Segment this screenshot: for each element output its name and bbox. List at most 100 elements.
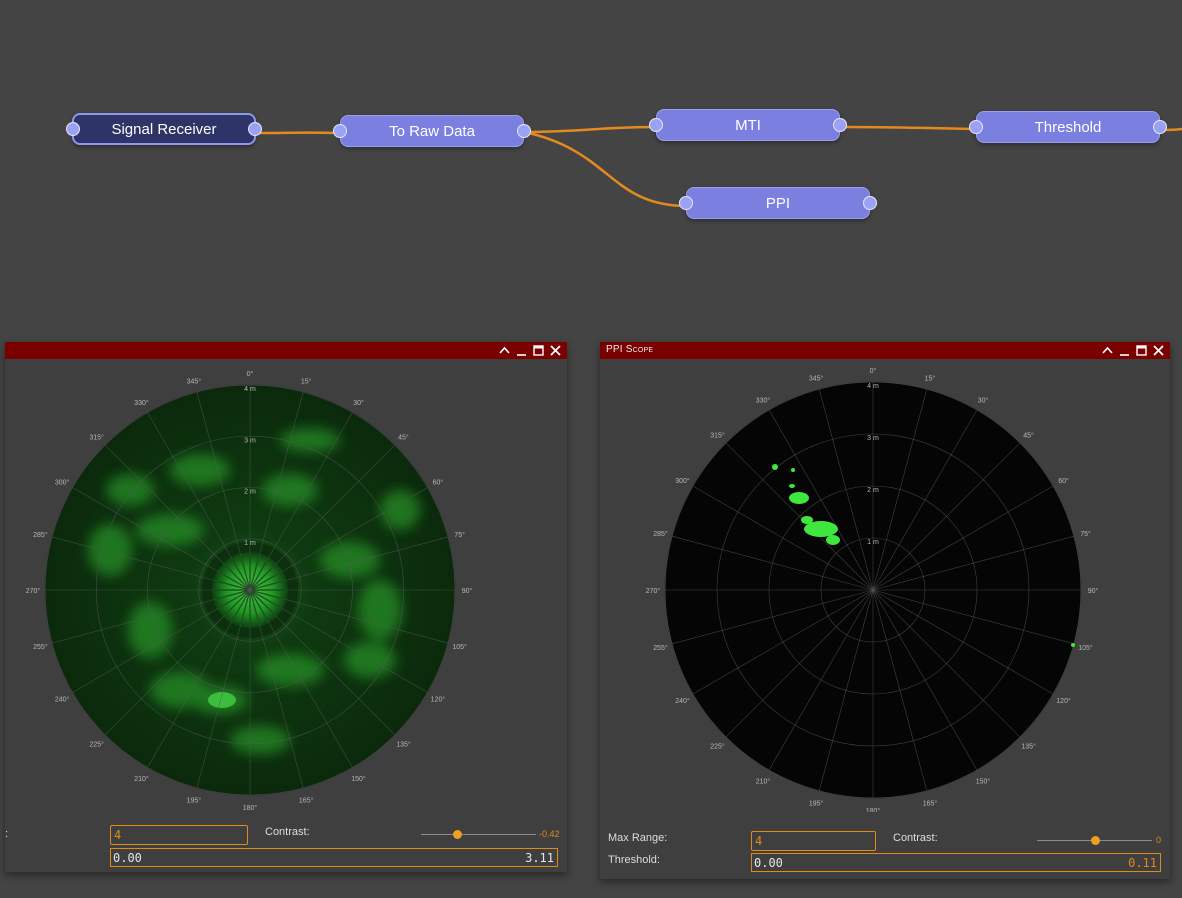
node-label: Signal Receiver xyxy=(111,121,217,138)
angle-tick-label: 105° xyxy=(1078,644,1093,652)
range-tick-label: 4 m xyxy=(867,383,879,390)
angle-tick-label: 345° xyxy=(809,374,824,382)
ppi-scope-window-raw[interactable]: 0° 15° 30° 45° 60° 75° 90° 105° 120° 135° 150° 165°… xyxy=(5,342,567,872)
slider-thumb[interactable] xyxy=(452,830,462,839)
echo-blob xyxy=(262,474,318,506)
ppi-radar-scope: 0° 15° 30° 45° 60° 75° 90° 105° 120° 135° 150° 165°… xyxy=(646,367,1099,812)
range-tick-label: 1 m xyxy=(244,540,256,547)
close-icon[interactable] xyxy=(548,343,563,358)
range-tick-label: 3 m xyxy=(244,437,256,444)
threshold-range-field[interactable]: 0.00 0.11 xyxy=(751,853,1161,872)
angle-tick-label: 195° xyxy=(809,800,824,808)
angle-tick-label: 210° xyxy=(134,775,149,783)
target-blob xyxy=(789,492,809,504)
echo-blob xyxy=(88,524,132,576)
angle-tick-label: 0° xyxy=(247,370,254,378)
echo-blob xyxy=(344,642,396,678)
angle-tick-label: 135° xyxy=(396,740,411,748)
angle-tick-label: 120° xyxy=(1056,697,1071,705)
angle-tick-label: 270° xyxy=(26,587,41,595)
angle-tick-label: 225° xyxy=(89,740,104,748)
ppi-scope-window[interactable]: PPI Scope 0° 15° 30° 45° 60° 75° 90° 105° 120° 13… xyxy=(600,342,1170,879)
slider-thumb[interactable] xyxy=(1090,836,1100,845)
threshold-low-value: 0.00 xyxy=(113,851,142,865)
max-range-input[interactable] xyxy=(751,831,876,851)
angle-tick-label: 75° xyxy=(1080,530,1091,538)
angle-tick-label: 45° xyxy=(398,434,409,442)
angle-tick-label: 240° xyxy=(55,696,70,704)
angle-tick-label: 45° xyxy=(1023,431,1034,439)
max-range-label: : xyxy=(5,828,9,840)
node-threshold[interactable]: Threshold xyxy=(969,111,1167,143)
input-port[interactable] xyxy=(969,120,983,134)
node-ppi[interactable]: PPI xyxy=(679,187,877,219)
angle-tick-label: 150° xyxy=(351,775,366,783)
minimize-icon[interactable] xyxy=(1117,343,1132,358)
angle-tick-label: 30° xyxy=(353,399,364,407)
threshold-high-value: 0.11 xyxy=(1128,856,1157,870)
angle-tick-label: 225° xyxy=(710,743,725,751)
echo-blob xyxy=(380,490,420,530)
echo-blob xyxy=(128,602,172,658)
output-port[interactable] xyxy=(1153,120,1167,134)
threshold-label: Threshold: xyxy=(608,854,660,866)
maximize-icon[interactable] xyxy=(1134,343,1149,358)
node-mti[interactable]: MTI xyxy=(649,109,847,141)
chevron-up-icon[interactable] xyxy=(1100,343,1115,358)
contrast-slider[interactable] xyxy=(421,830,536,840)
echo-blob xyxy=(358,580,402,640)
contrast-value: -0.42 xyxy=(539,829,560,839)
angle-tick-label: 330° xyxy=(134,399,149,407)
output-port[interactable] xyxy=(833,118,847,132)
angle-tick-label: 300° xyxy=(675,477,690,485)
input-port[interactable] xyxy=(66,122,80,136)
contrast-slider[interactable] xyxy=(1037,836,1152,846)
chevron-up-icon[interactable] xyxy=(497,343,512,358)
echo-blob xyxy=(230,726,290,754)
minimize-icon[interactable] xyxy=(514,343,529,358)
angle-tick-label: 180° xyxy=(866,807,881,812)
window-title: PPI Scope xyxy=(606,344,654,355)
contrast-label: Contrast: xyxy=(893,832,938,844)
output-port[interactable] xyxy=(517,124,531,138)
slider-track xyxy=(421,834,536,835)
angle-tick-label: 135° xyxy=(1021,743,1036,751)
angle-tick-label: 255° xyxy=(653,644,668,652)
close-icon[interactable] xyxy=(1151,343,1166,358)
range-tick-label: 4 m xyxy=(244,386,256,393)
node-signal-receiver[interactable]: Signal Receiver xyxy=(66,113,262,145)
window-titlebar[interactable] xyxy=(5,342,567,359)
maximize-icon[interactable] xyxy=(531,343,546,358)
input-port[interactable] xyxy=(333,124,347,138)
node-to-raw-data[interactable]: To Raw Data xyxy=(333,115,531,147)
threshold-low-value: 0.00 xyxy=(754,856,783,870)
output-port[interactable] xyxy=(248,122,262,136)
echo-blob xyxy=(320,542,380,578)
input-port[interactable] xyxy=(649,118,663,132)
angle-tick-label: 195° xyxy=(187,797,202,805)
angle-tick-label: 315° xyxy=(710,431,725,439)
echo-blob xyxy=(106,474,154,506)
angle-tick-label: 60° xyxy=(1058,477,1069,485)
angle-tick-label: 15° xyxy=(925,374,936,382)
range-tick-label: 3 m xyxy=(867,435,879,442)
max-range-input[interactable] xyxy=(110,825,248,845)
window-titlebar[interactable]: PPI Scope xyxy=(600,342,1170,359)
output-port[interactable] xyxy=(863,196,877,210)
threshold-range-field[interactable]: 0.00 3.11 xyxy=(110,848,558,867)
angle-tick-label: 60° xyxy=(433,479,444,487)
angle-tick-label: 255° xyxy=(33,643,48,651)
contrast-value: 0 xyxy=(1156,835,1162,845)
angle-tick-label: 330° xyxy=(756,396,771,404)
angle-tick-label: 345° xyxy=(187,377,202,385)
target-blob xyxy=(1071,643,1075,647)
raw-radar-scope: 0° 15° 30° 45° 60° 75° 90° 105° 120° 135° 150° 165°… xyxy=(26,370,473,812)
angle-tick-label: 150° xyxy=(976,778,991,786)
angle-tick-label: 240° xyxy=(675,697,690,705)
node-label: PPI xyxy=(765,195,791,212)
angle-tick-label: 315° xyxy=(89,434,104,442)
angle-tick-label: 75° xyxy=(454,531,465,539)
angle-tick-label: 300° xyxy=(55,479,70,487)
range-tick-label: 2 m xyxy=(867,487,879,494)
input-port[interactable] xyxy=(679,196,693,210)
